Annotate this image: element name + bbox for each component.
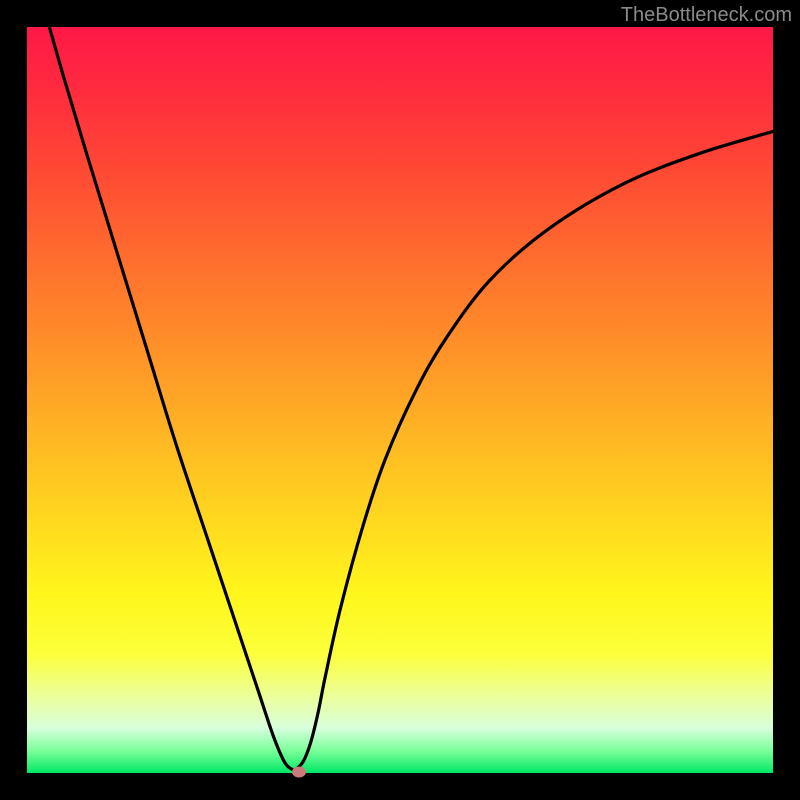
- bottleneck-curve: [27, 27, 773, 773]
- watermark-text: TheBottleneck.com: [621, 4, 792, 27]
- chart-container: TheBottleneck.com: [0, 0, 800, 800]
- plot-area: [27, 27, 773, 773]
- optimal-point-marker: [292, 766, 306, 777]
